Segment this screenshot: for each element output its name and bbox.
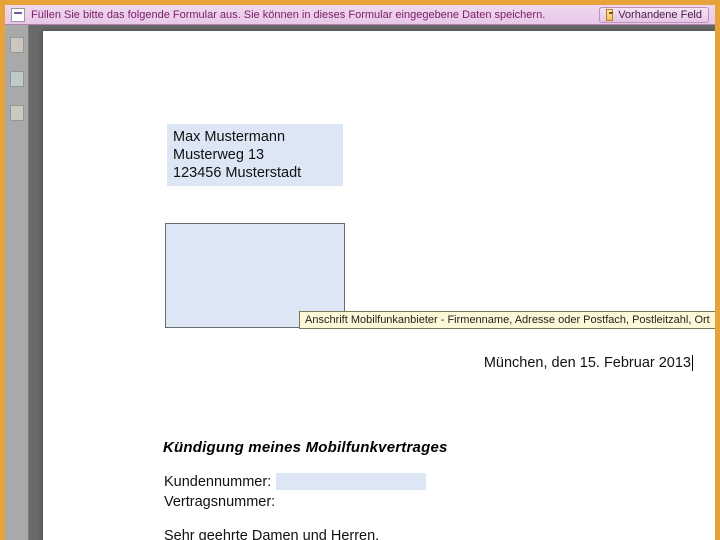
sender-name: Max Mustermann: [173, 128, 337, 146]
text-caret: [692, 355, 693, 371]
form-icon: [11, 8, 25, 22]
recipient-tooltip-text: Anschrift Mobilfunkanbieter - Firmenname…: [305, 314, 710, 326]
contract-number-label: Vertragsnummer:: [164, 494, 275, 510]
date-text: München, den 15. Februar 2013: [484, 355, 691, 371]
sender-city: 123456 Musterstadt: [173, 164, 337, 182]
document-page: Max Mustermann Musterweg 13 123456 Muste…: [43, 31, 715, 540]
pages-panel-icon[interactable]: [10, 37, 24, 53]
sender-address-field[interactable]: Max Mustermann Musterweg 13 123456 Muste…: [167, 124, 343, 186]
customer-number-label: Kundennummer:: [164, 474, 271, 490]
side-toolbar: [5, 25, 29, 540]
recipient-tooltip: Anschrift Mobilfunkanbieter - Firmenname…: [299, 311, 715, 329]
date-line[interactable]: München, den 15. Februar 2013: [484, 355, 693, 371]
highlight-fields-button[interactable]: Vorhandene Feld: [599, 7, 709, 23]
contract-number-row: Vertragsnummer:: [164, 494, 275, 510]
customer-number-field[interactable]: [276, 473, 426, 490]
greeting-line: Sehr geehrte Damen und Herren,: [164, 528, 379, 540]
form-notice-bar: Füllen Sie bitte das folgende Formular a…: [5, 5, 715, 25]
form-notice-text: Füllen Sie bitte das folgende Formular a…: [31, 9, 545, 21]
form-notice: Füllen Sie bitte das folgende Formular a…: [11, 8, 545, 22]
fields-icon: [606, 9, 613, 21]
customer-number-row: Kundennummer:: [164, 473, 426, 490]
app-frame: Füllen Sie bitte das folgende Formular a…: [5, 5, 715, 540]
letter-subject: Kündigung meines Mobilfunkvertrages: [163, 439, 448, 456]
highlight-fields-label: Vorhandene Feld: [618, 9, 702, 21]
sender-street: Musterweg 13: [173, 146, 337, 164]
signatures-panel-icon[interactable]: [10, 71, 24, 87]
document-viewport[interactable]: Max Mustermann Musterweg 13 123456 Muste…: [29, 25, 715, 540]
attachments-panel-icon[interactable]: [10, 105, 24, 121]
